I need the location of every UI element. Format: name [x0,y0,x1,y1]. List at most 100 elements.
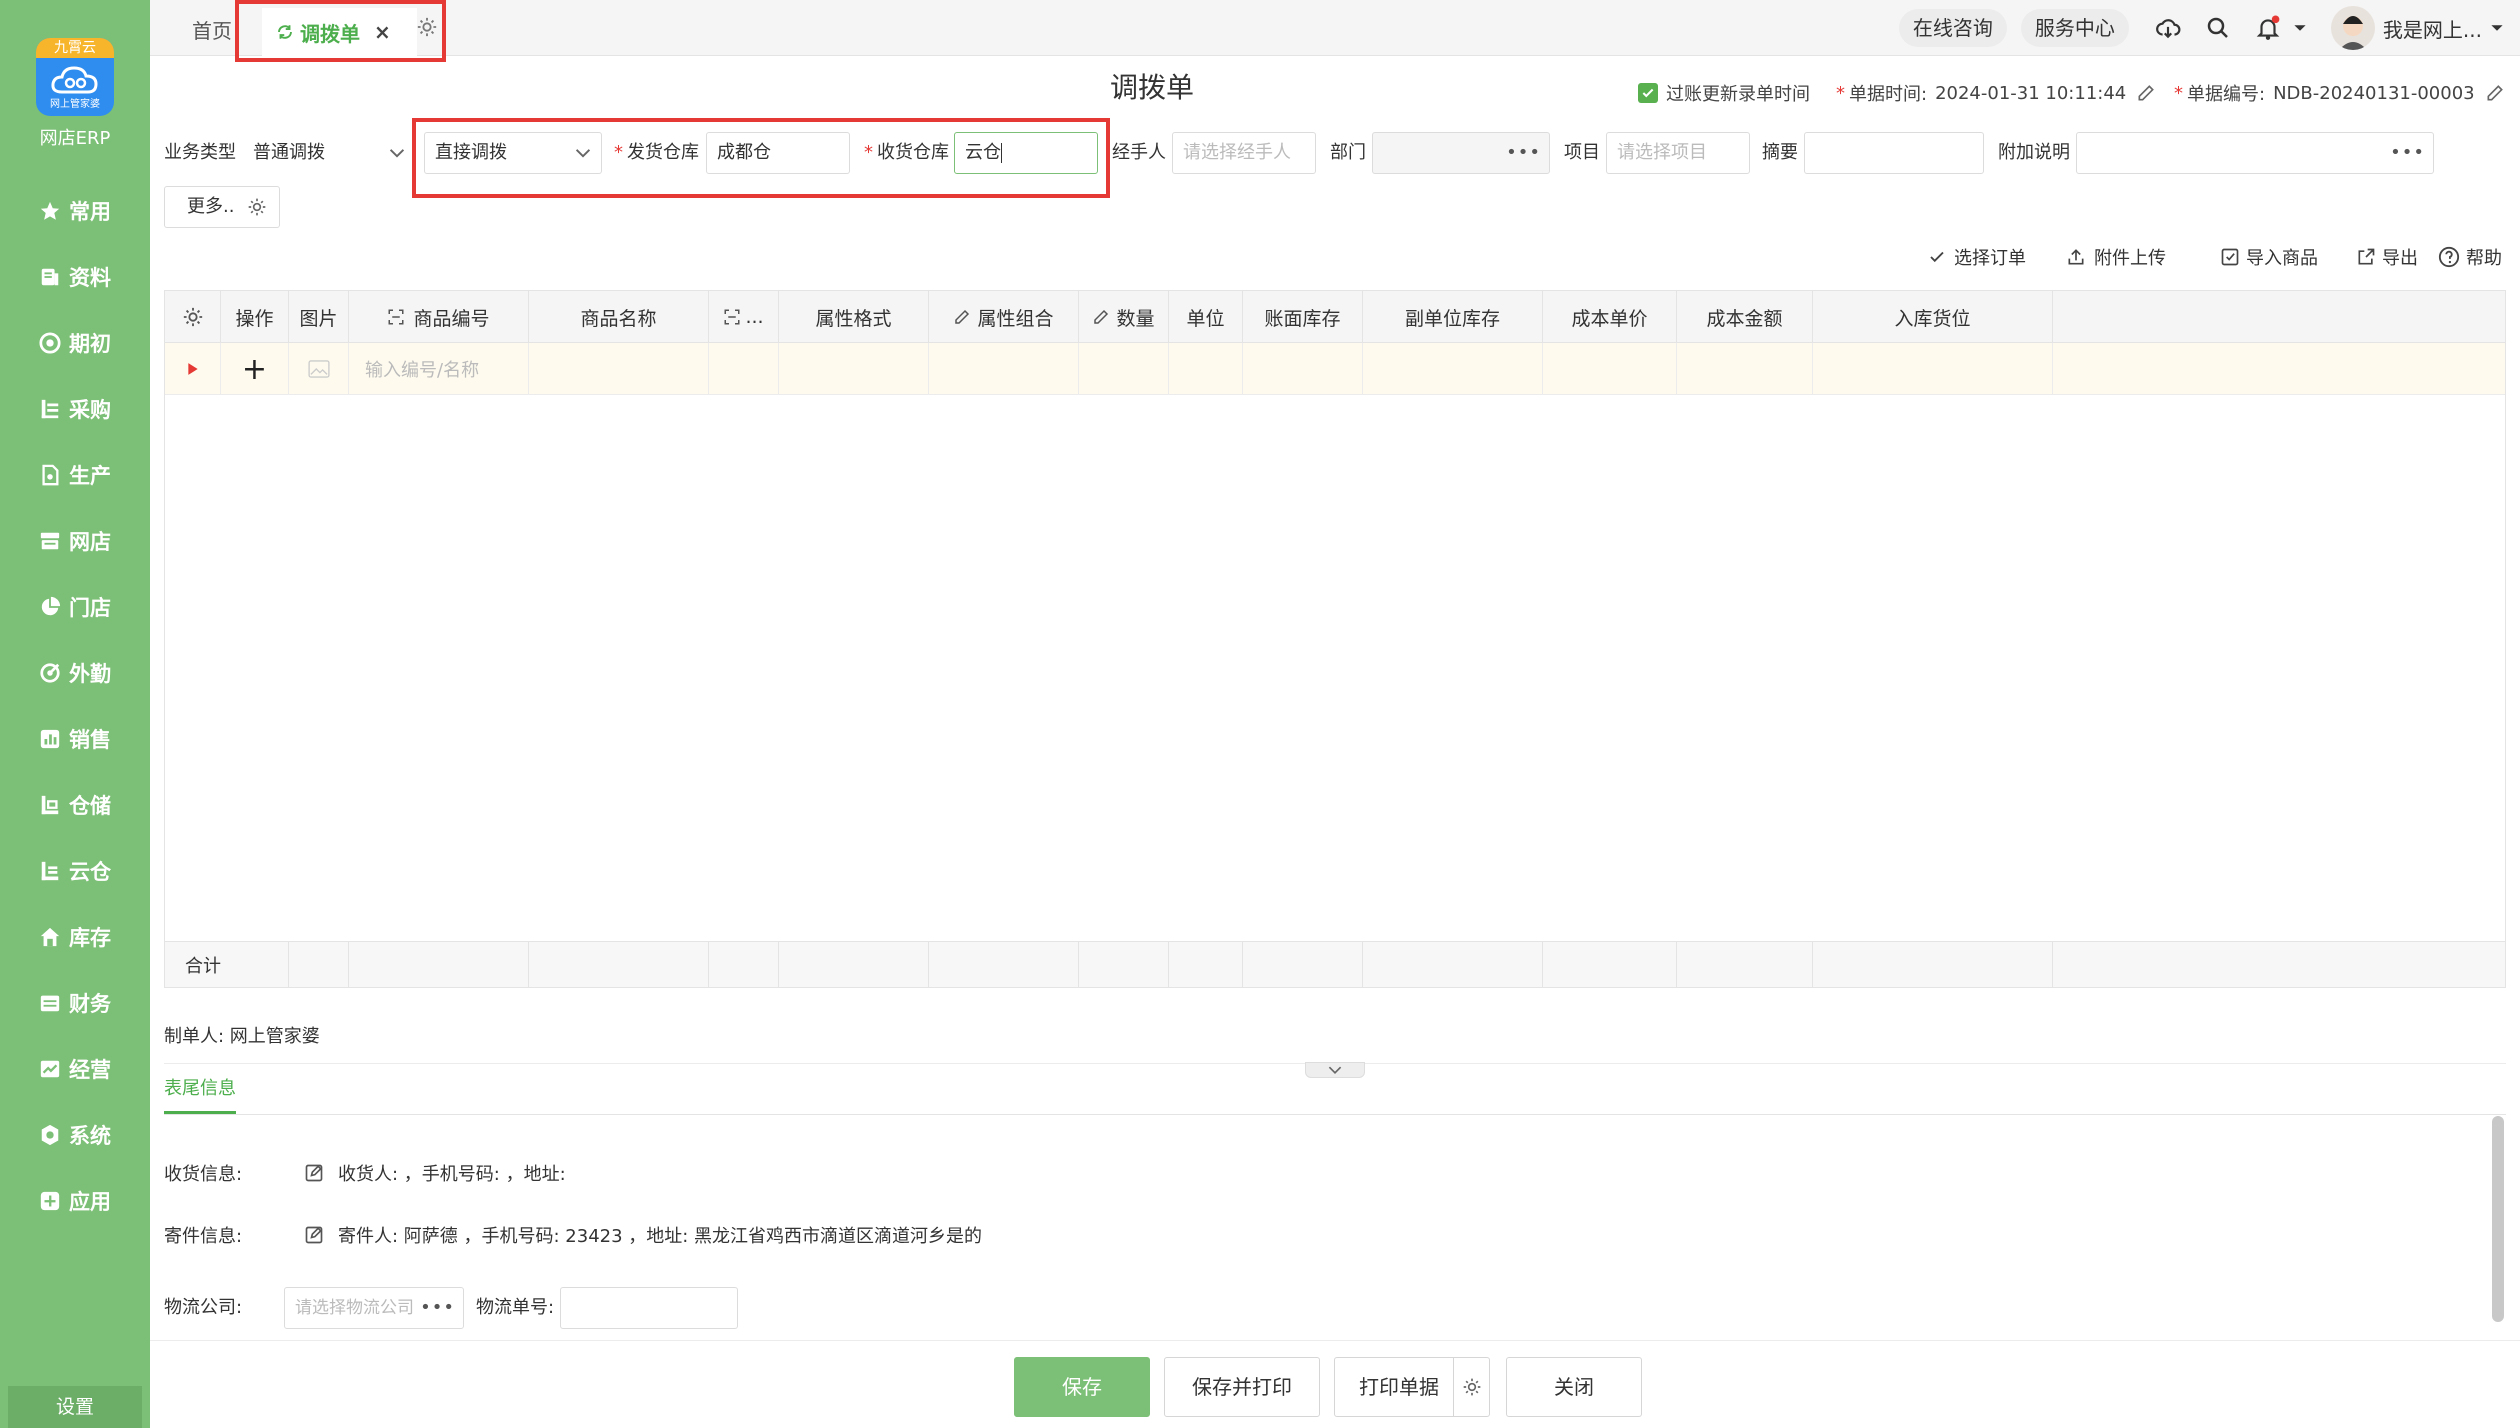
table-cell[interactable] [929,343,1079,395]
note-label: 附加说明 [1998,142,2070,163]
service-center-button[interactable]: 服务中心 [2020,9,2129,47]
column-header-qty[interactable]: 数量 [1079,291,1169,343]
sidebar-item-system[interactable]: 系统 [0,1102,150,1168]
chevron-down-icon[interactable] [389,145,405,161]
table-cell[interactable] [1169,343,1243,395]
avatar[interactable] [2330,6,2375,50]
logistics-company-input[interactable]: 请选择物流公司 ••• [284,1287,464,1329]
more-dots-icon[interactable]: ••• [2390,133,2425,173]
edit-number-icon[interactable] [2485,83,2505,103]
more-fields-button[interactable]: 更多.. [164,186,280,228]
scrollbar[interactable] [2492,1116,2504,1322]
column-settings[interactable] [165,291,221,343]
sidebar-item-cloud-warehouse[interactable]: 云仓 [0,838,150,904]
table-cell[interactable] [1677,343,1813,395]
biz-type-select[interactable]: 普通调拨 [244,132,416,174]
gear-icon[interactable] [182,306,204,328]
divider [164,1114,2506,1115]
column-header: 成本金额 [1677,291,1813,343]
gear-icon [39,1124,61,1146]
table-cell[interactable] [1543,343,1677,395]
logistics-label: 物流公司: [164,1297,243,1318]
chevron-down-icon[interactable] [1328,1065,1342,1075]
table-cell[interactable] [1079,343,1169,395]
sidebar-item-store[interactable]: 门店 [0,574,150,640]
gear-icon[interactable] [1462,1377,1482,1397]
gear-icon[interactable] [247,197,267,217]
cloud-download-icon[interactable] [2153,13,2183,43]
sidebar-item-common[interactable]: 常用 [0,178,150,244]
tracking-number-input[interactable] [560,1287,738,1329]
total-cell [779,942,929,988]
table-cell[interactable] [709,343,779,395]
help-button[interactable]: 帮助 [2438,244,2502,270]
export-button[interactable]: 导出 [2356,244,2418,270]
column-header: 成本单价 [1543,291,1677,343]
handler-input[interactable]: 请选择经手人 [1172,132,1316,174]
add-row-button[interactable]: + [221,343,289,395]
more-dots-icon[interactable]: ••• [420,1288,455,1328]
export-icon [2358,248,2375,265]
handler-placeholder: 请选择经手人 [1183,142,1291,163]
table-header: 操作 图片 商品编号 商品名称 ... 属性格式 属性组合 数量 单位 账面库存… [165,291,2505,343]
more-dots-icon[interactable]: ••• [1506,133,1541,173]
sidebar-item-storage[interactable]: 仓储 [0,772,150,838]
tab-footer-info[interactable]: 表尾信息 [164,1078,236,1114]
select-order-button[interactable]: 选择订单 [1928,244,2026,270]
tab-home[interactable]: 首页 [192,0,232,56]
user-menu-chevron-icon[interactable] [2490,21,2504,35]
table-cell[interactable] [529,343,709,395]
sidebar-item-sales[interactable]: 销售 [0,706,150,772]
collapse-toggle[interactable] [1305,1062,1365,1078]
table-cell[interactable] [779,343,929,395]
sidebar-item-label: 应用 [69,1190,111,1214]
column-header-attr-combo[interactable]: 属性组合 [929,291,1079,343]
sidebar-item-operation[interactable]: 经营 [0,1036,150,1102]
app-logo[interactable]: 九霄云 网上管家婆 [36,38,114,116]
page-title: 调拨单 [1110,71,1195,104]
department-input[interactable]: ••• [1372,132,1550,174]
user-name[interactable]: 我是网上... [2383,14,2482,43]
row-image[interactable] [289,343,349,395]
sidebar-item-apps[interactable]: 应用 [0,1168,150,1234]
sidebar-item-label: 网店 [69,530,111,554]
sidebar-item-data[interactable]: 资料 [0,244,150,310]
print-button[interactable]: 打印单据 [1334,1357,1490,1417]
settings-button[interactable]: 设置 [8,1386,142,1428]
sidebar-item-inventory[interactable]: 库存 [0,904,150,970]
import-goods-button[interactable]: 导入商品 [2220,244,2318,270]
table-cell[interactable] [1363,343,1543,395]
table-cell[interactable] [1243,343,1363,395]
sidebar-item-production[interactable]: 生产 [0,442,150,508]
home-icon [39,926,61,948]
chevron-down-icon[interactable] [2293,21,2307,35]
attachment-upload-button[interactable]: 附件上传 [2066,244,2166,270]
save-button[interactable]: 保存 [1014,1357,1150,1417]
sidebar-item-finance[interactable]: 财务 [0,970,150,1036]
sidebar-item-opening[interactable]: 期初 [0,310,150,376]
print-settings[interactable] [1453,1358,1489,1416]
receiver-info-row: 收货人: ，手机号码: ，地址: [304,1160,566,1186]
edit-date-icon[interactable] [2136,83,2156,103]
edit-sender-icon[interactable] [304,1225,324,1245]
column-header-collapsed[interactable]: ... [709,291,779,343]
note-input[interactable]: ••• [2076,132,2434,174]
sidebar-item-eshop[interactable]: 网店 [0,508,150,574]
save-print-button[interactable]: 保存并打印 [1164,1357,1320,1417]
table-cell[interactable] [1813,343,2053,395]
post-update-time-checkbox[interactable]: 过账更新录单时间 [1638,80,1810,106]
checkbox-checked-icon[interactable] [1638,83,1658,103]
edit-receiver-icon[interactable] [304,1163,324,1183]
project-input[interactable]: 请选择项目 [1606,132,1750,174]
column-header-code[interactable]: 商品编号 [349,291,529,343]
sidebar-item-label: 资料 [69,266,111,290]
sidebar-item-field[interactable]: 外勤 [0,640,150,706]
close-button[interactable]: 关闭 [1506,1357,1642,1417]
goods-code-input[interactable]: 输入编号/名称 [349,343,529,395]
bell-icon[interactable] [2253,13,2283,43]
pie-icon [39,596,61,618]
online-consult-button[interactable]: 在线咨询 [1898,9,2007,47]
summary-input[interactable] [1804,132,1984,174]
sidebar-item-purchase[interactable]: 采购 [0,376,150,442]
search-icon[interactable] [2203,13,2233,43]
